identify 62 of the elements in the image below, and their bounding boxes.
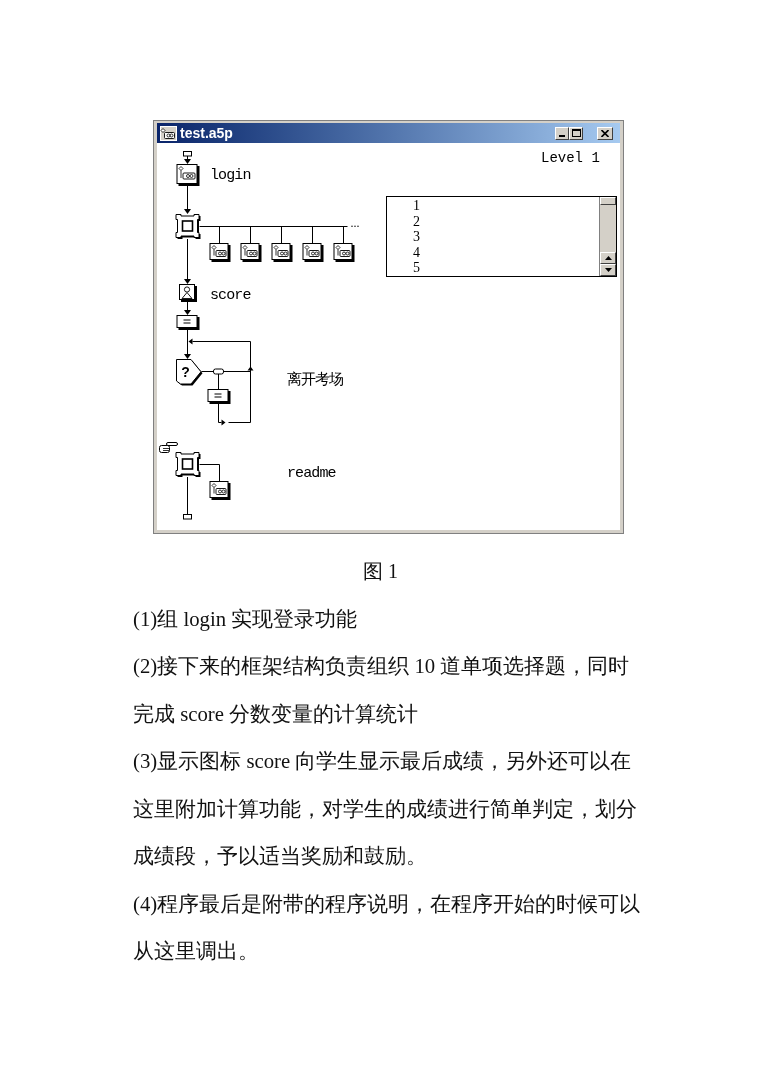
- calculation-icon[interactable]: [207, 389, 231, 404]
- window-title: test.a5p: [180, 125, 233, 141]
- scrollbar[interactable]: [599, 197, 616, 276]
- group-icon[interactable]: [240, 243, 262, 262]
- minimize-button[interactable]: [555, 126, 569, 140]
- interaction-icon[interactable]: ?: [176, 359, 203, 386]
- page-branch-line: [343, 226, 344, 244]
- flowline-arrow: [184, 328, 191, 359]
- maximize-button[interactable]: [569, 126, 583, 140]
- flowline-arrow: [184, 155, 191, 164]
- app-icon: [160, 125, 177, 141]
- response-connector: [218, 373, 219, 390]
- minimize-icon: [559, 135, 565, 137]
- page-branch-line: [219, 464, 220, 482]
- icon-title: readme: [287, 466, 336, 482]
- scrollbar-thumb[interactable]: [600, 197, 616, 205]
- framework-branch-line: [199, 464, 220, 465]
- group-icon[interactable]: [209, 481, 231, 500]
- close-button[interactable]: [597, 126, 613, 140]
- calculation-icon[interactable]: [176, 315, 200, 330]
- scroll-up-button[interactable]: [600, 252, 616, 264]
- icon-title: login: [210, 168, 251, 184]
- scroll-down-button[interactable]: [600, 264, 616, 276]
- page-branch-line: [219, 226, 220, 244]
- group-icon[interactable]: [333, 243, 355, 262]
- flowline-end-marker: [183, 514, 192, 520]
- flowline-line: [187, 476, 188, 515]
- level-label: Level 1: [541, 150, 600, 166]
- flowline-arrow: [184, 238, 191, 284]
- icon-title: score: [210, 288, 251, 304]
- figure-caption: 图 1: [362, 559, 399, 584]
- page-branch-line: [281, 226, 282, 244]
- paragraph: (4)程序最后是附带的程序说明，在程序开始的时候可以从这里调出。: [133, 891, 642, 964]
- framework-icon[interactable]: [175, 452, 201, 477]
- paragraph: (3)显示图标 score 向学生显示最后成绩，另外还可以在这里附加计算功能，对学生的成绩进行简单判定，划分成绩段，予以适当奖励和鼓励。: [133, 749, 638, 869]
- framework-icon[interactable]: [175, 214, 201, 239]
- group-icon[interactable]: [271, 243, 293, 262]
- response-type-icon[interactable]: [213, 368, 224, 375]
- more-pages-ellipsis: ...: [350, 216, 360, 229]
- group-icon[interactable]: [209, 243, 231, 262]
- list-item: 5: [413, 260, 421, 276]
- group-icon[interactable]: [176, 164, 200, 186]
- list-item: 4: [413, 244, 421, 260]
- response-exit-arrow: [218, 402, 251, 426]
- group-icon[interactable]: [302, 243, 324, 262]
- flowline-arrow: [184, 300, 191, 315]
- list-item: 2: [413, 213, 421, 229]
- response-branch-line: [201, 371, 251, 372]
- up-arrow-icon: [604, 256, 612, 260]
- list-item: 3: [413, 229, 421, 245]
- paragraph: (2)接下来的框架结构负责组织 10 道单项选择题，同时完成 score 分数变量的计算统计: [133, 654, 631, 727]
- down-arrow-icon: [604, 268, 612, 272]
- flowline-arrow: [184, 185, 191, 214]
- list-item: 1: [413, 198, 421, 214]
- display-icon[interactable]: [179, 284, 197, 302]
- flowline-start-marker: [183, 151, 192, 157]
- close-icon: [601, 129, 609, 137]
- paragraph: (1)组 login 实现登录功能: [133, 606, 359, 633]
- page-branch-line: [312, 226, 313, 244]
- maximize-icon: [571, 129, 581, 137]
- icon-title: 离开考场: [287, 373, 344, 389]
- page-branch-line: [250, 226, 251, 244]
